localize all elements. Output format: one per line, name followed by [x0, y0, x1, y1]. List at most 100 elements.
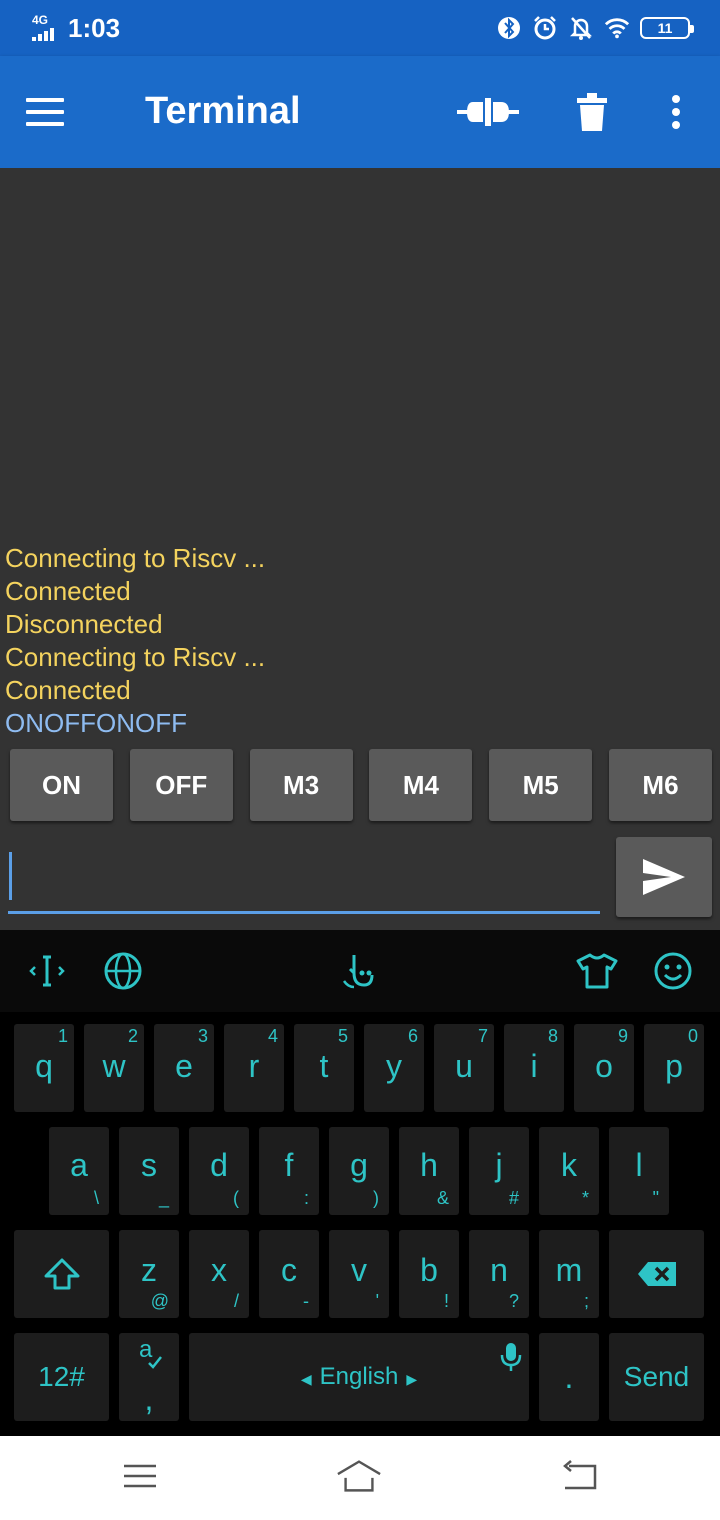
soft-keyboard: 1q 2w 3e 4r 5t 6y 7u 8i 9o 0p a \ s _ d( f…	[0, 930, 720, 1436]
bluetooth-icon	[496, 15, 522, 41]
key-label: l	[635, 1147, 643, 1183]
key-label: .	[564, 1359, 574, 1395]
menu-icon[interactable]	[26, 86, 86, 138]
key-k[interactable]: k *	[539, 1127, 599, 1215]
key-label: g	[350, 1147, 368, 1183]
notifications-off-icon	[568, 15, 594, 41]
key-label: n	[490, 1252, 508, 1288]
key-z[interactable]: z @	[119, 1230, 179, 1318]
text-cursor	[9, 852, 12, 900]
key-hint: 8	[547, 1026, 558, 1046]
macro-button-m3[interactable]: M3	[249, 749, 353, 821]
key-m[interactable]: m;	[539, 1230, 599, 1318]
key-s[interactable]: s _	[119, 1127, 179, 1215]
macro-button-on[interactable]: ON	[10, 749, 113, 821]
autocorrect-icon: a	[139, 1337, 162, 1369]
wifi-icon	[604, 15, 630, 41]
gesture-typing-icon[interactable]	[339, 950, 381, 992]
key-hint: !	[443, 1291, 449, 1311]
key-j[interactable]: j #	[469, 1127, 529, 1215]
comma-key[interactable]: a ,	[119, 1333, 179, 1421]
key-label: k	[561, 1147, 577, 1183]
key-hint: '	[375, 1291, 379, 1311]
terminal-line: Disconnected	[5, 609, 163, 639]
key-hint: _	[158, 1188, 169, 1208]
key-hint: 6	[407, 1026, 418, 1046]
network-type: 4G	[32, 13, 49, 27]
space-bar[interactable]: ◀ English ▶	[189, 1333, 529, 1421]
key-v[interactable]: v '	[329, 1230, 389, 1318]
language-globe-icon[interactable]	[102, 950, 144, 992]
emoji-icon[interactable]	[652, 950, 694, 992]
key-x[interactable]: x /	[189, 1230, 249, 1318]
key-label: e	[175, 1048, 193, 1084]
microphone-icon[interactable]	[499, 1341, 523, 1373]
key-hint: 4	[267, 1026, 278, 1046]
key-label: w	[102, 1048, 126, 1084]
key-w[interactable]: 2w	[84, 1024, 144, 1112]
cursor-control-icon[interactable]	[26, 950, 68, 992]
home-icon[interactable]	[336, 1456, 382, 1496]
key-label: r	[248, 1048, 260, 1084]
send-icon	[643, 859, 685, 895]
key-hint: 0	[687, 1026, 698, 1046]
key-g[interactable]: g)	[329, 1127, 389, 1215]
key-d[interactable]: d(	[189, 1127, 249, 1215]
key-f[interactable]: f:	[259, 1127, 319, 1215]
key-a[interactable]: a \	[49, 1127, 109, 1215]
key-n[interactable]: n?	[469, 1230, 529, 1318]
backspace-key[interactable]	[609, 1230, 704, 1318]
battery-level: 11	[657, 20, 673, 36]
key-hint: @	[150, 1291, 169, 1311]
symbols-key[interactable]: 12#	[14, 1333, 109, 1421]
key-p[interactable]: 0p	[644, 1024, 704, 1112]
key-hint: 2	[127, 1026, 138, 1046]
shift-key[interactable]	[14, 1230, 109, 1318]
macro-button-m4[interactable]: M4	[369, 749, 473, 821]
key-e[interactable]: 3e	[154, 1024, 214, 1112]
keyboard-language: English	[319, 1363, 399, 1390]
key-q[interactable]: 1q	[14, 1024, 74, 1112]
send-button[interactable]	[616, 837, 712, 917]
disconnect-icon[interactable]	[452, 84, 524, 140]
key-label: c	[281, 1252, 297, 1288]
more-options-icon[interactable]	[656, 84, 696, 140]
send-text-input[interactable]	[8, 844, 600, 914]
key-h[interactable]: h &	[399, 1127, 459, 1215]
key-label: v	[351, 1252, 367, 1288]
key-label: z	[141, 1252, 157, 1288]
back-icon[interactable]	[556, 1456, 602, 1496]
macro-button-off[interactable]: OFF	[129, 749, 233, 821]
recent-apps-icon[interactable]	[117, 1456, 163, 1496]
key-label: j	[495, 1147, 503, 1183]
space-bar-label: ◀ English ▶	[300, 1363, 418, 1390]
macro-button-m6[interactable]: M6	[608, 749, 712, 821]
key-l[interactable]: l "	[609, 1127, 669, 1215]
key-b[interactable]: b!	[399, 1230, 459, 1318]
key-o[interactable]: 9o	[574, 1024, 634, 1112]
key-label: m	[555, 1252, 583, 1288]
keyboard-send-key[interactable]: Send	[609, 1333, 704, 1421]
key-hint: 5	[337, 1026, 348, 1046]
macro-button-row: ON OFF M3 M4 M5 M6	[10, 749, 712, 821]
trash-icon[interactable]	[568, 84, 616, 140]
key-hint: (	[233, 1188, 239, 1208]
key-hint: 7	[477, 1026, 488, 1046]
period-key[interactable]: .	[539, 1333, 599, 1421]
key-hint: 3	[197, 1026, 208, 1046]
key-label: q	[35, 1048, 53, 1084]
key-hint: -	[303, 1291, 309, 1311]
key-c[interactable]: c-	[259, 1230, 319, 1318]
key-label: x	[211, 1252, 227, 1288]
macro-button-m5[interactable]: M5	[489, 749, 593, 821]
theme-shirt-icon[interactable]	[576, 950, 618, 992]
key-hint: *	[581, 1188, 589, 1208]
terminal-output: Connecting to Riscv ... Connected Discon…	[5, 542, 715, 740]
key-label: o	[595, 1048, 613, 1084]
key-y[interactable]: 6y	[364, 1024, 424, 1112]
key-u[interactable]: 7u	[434, 1024, 494, 1112]
key-r[interactable]: 4r	[224, 1024, 284, 1112]
key-t[interactable]: 5t	[294, 1024, 354, 1112]
svg-text:a: a	[139, 1337, 153, 1363]
key-i[interactable]: 8i	[504, 1024, 564, 1112]
